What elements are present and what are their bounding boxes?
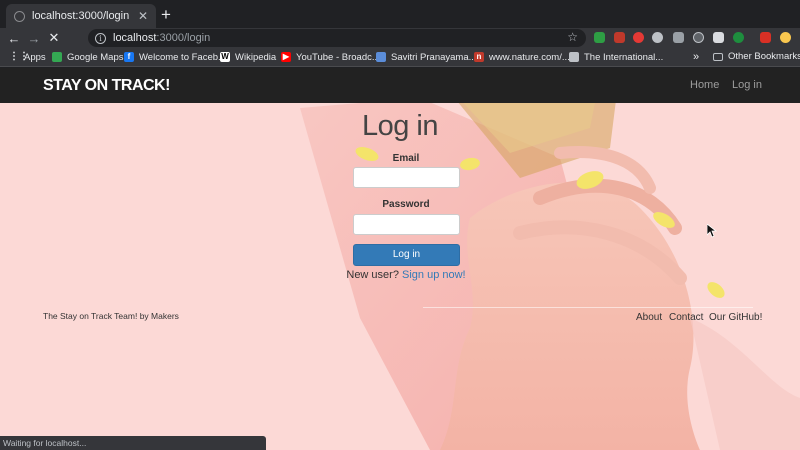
folder-icon [713,52,723,61]
new-user-text: New user? [346,269,399,281]
bookmarks-bar: ⋮⋮ Apps Google Maps f Welcome to Faceb..… [0,48,800,67]
password-label: Password [382,199,430,210]
bookmark-label: The International... [584,51,664,63]
apps-grid-icon: ⋮⋮ [9,51,29,62]
info-icon[interactable]: i [95,32,106,44]
browser-tab[interactable]: localhost:3000/login ✕ [6,4,156,28]
extension-red-icon[interactable] [614,32,625,43]
password-field[interactable] [353,214,460,235]
address-bar[interactable]: i localhost:3000/login ☆ [88,29,586,47]
footer-divider [423,307,753,308]
signup-link[interactable]: Sign up now! [402,269,466,281]
bookmark-label: Other Bookmarks [728,51,800,62]
extension-green-icon[interactable] [733,32,744,43]
url-host: localhost [113,32,157,44]
youtube-icon: ▶ [281,52,291,62]
extension-notify-icon[interactable] [652,32,663,43]
bookmark-label: Google Maps [67,51,124,63]
bookmark-savitri[interactable]: Savitri Pranayama... [376,52,477,63]
bookmark-international[interactable]: The International... [569,52,663,63]
footer-github-link[interactable]: Our GitHub! [709,312,762,323]
browser-window: localhost:3000/login ✕ + ← → ✕ i localho… [0,0,800,450]
stop-button[interactable]: ✕ [44,30,64,46]
email-field[interactable] [353,167,460,188]
new-tab-button[interactable]: + [161,5,171,25]
bookmark-apps[interactable]: ⋮⋮ Apps [9,52,46,63]
footer-contact-link[interactable]: Contact [669,312,703,323]
bookmark-label: Wikipedia [235,51,277,63]
close-tab-icon[interactable]: ✕ [138,9,148,23]
web-page: STAY ON TRACK! Home Log in Log in Email … [0,68,800,450]
bookmark-label: Savitri Pranayama... [391,51,477,63]
extension-cart-icon[interactable] [760,32,771,43]
bookmark-star-icon[interactable]: ☆ [567,30,578,44]
new-user-prompt: New user? Sign up now! [0,269,800,281]
nav-home-link[interactable]: Home [690,79,719,91]
bookmark-label: Apps [24,51,46,63]
email-label: Email [392,153,420,164]
other-bookmarks-folder[interactable]: Other Bookmarks [713,51,800,62]
extension-record-icon[interactable] [633,32,644,43]
login-submit-button[interactable]: Log in [353,244,460,266]
footer-about-link[interactable]: About [636,312,662,323]
footer-team-text: The Stay on Track Team! by Makers [43,311,179,321]
more-bookmarks-chevron-icon[interactable]: » [693,51,699,63]
tab-strip: localhost:3000/login ✕ + [0,0,800,28]
site-icon [569,52,579,62]
extension-w-icon[interactable] [693,32,704,43]
site-navbar: STAY ON TRACK! Home Log in [0,68,800,103]
profile-avatar-icon[interactable] [780,32,791,43]
site-icon [376,52,386,62]
tab-title: localhost:3000/login [32,10,130,22]
url-path: :3000/login [156,32,211,44]
nav-login-link[interactable]: Log in [732,79,762,91]
facebook-icon: f [124,52,134,62]
back-button[interactable]: ← [4,31,24,46]
browser-toolbar: ← → ✕ i localhost:3000/login ☆ [0,28,800,48]
extension-evernote-icon[interactable] [594,32,605,43]
extension-doc-icon[interactable] [713,32,724,43]
nature-icon: n [474,52,484,62]
status-bar: Waiting for localhost... [0,436,266,450]
bookmark-google-maps[interactable]: Google Maps [52,52,124,63]
bookmark-label: YouTube - Broadc... [296,51,380,63]
loading-favicon-icon [14,10,25,22]
bookmark-wikipedia[interactable]: W Wikipedia [220,52,276,63]
mouse-cursor-icon [707,224,717,238]
extension-chat-icon[interactable] [673,32,684,43]
maps-icon [52,52,62,62]
wikipedia-icon: W [220,52,230,62]
site-brand[interactable]: STAY ON TRACK! [43,77,170,95]
bookmark-youtube[interactable]: ▶ YouTube - Broadc... [281,52,380,63]
bookmark-label: www.nature.com/... [489,51,570,63]
bookmark-facebook[interactable]: f Welcome to Faceb... [124,52,226,63]
bookmark-nature[interactable]: n www.nature.com/... [474,52,570,63]
bookmark-label: Welcome to Faceb... [139,51,226,63]
login-title: Log in [361,110,439,142]
forward-button[interactable]: → [24,31,44,46]
